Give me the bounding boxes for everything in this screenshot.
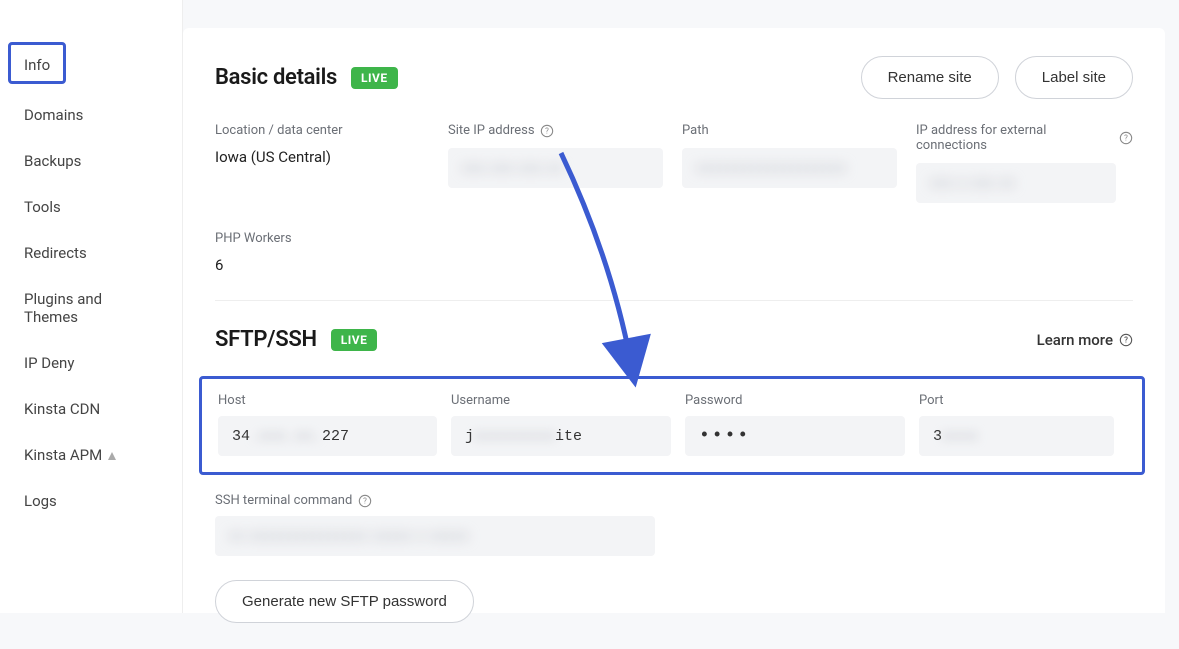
nav-label: Domains	[24, 106, 83, 124]
nav-label: Logs	[24, 492, 57, 510]
password-block: Password ••••	[685, 393, 919, 456]
sidebar-item-apm[interactable]: Kinsta APM	[0, 432, 182, 478]
svg-text:?: ?	[1124, 335, 1128, 344]
location-label: Location / data center	[215, 123, 448, 138]
nav-label: Tools	[24, 198, 61, 216]
host-value[interactable]: 34.xxx.xx.227	[218, 416, 437, 456]
sidebar-item-plugins[interactable]: Plugins and Themes	[0, 276, 182, 340]
sftp-credentials-box: Host 34.xxx.xx.227 Username jxxxxxxxxxit…	[199, 376, 1145, 475]
ext-ip-block: IP address for external connections ? xx…	[916, 123, 1133, 203]
php-label: PHP Workers	[215, 231, 1133, 246]
sidebar-item-backups[interactable]: Backups	[0, 138, 182, 184]
nav-label: Kinsta APM	[24, 446, 102, 464]
username-value[interactable]: jxxxxxxxxxite	[451, 416, 671, 456]
username-label: Username	[451, 393, 685, 408]
password-label: Password	[685, 393, 919, 408]
main-content: Basic details LIVE Rename site Label sit…	[183, 28, 1165, 613]
label-site-button[interactable]: Label site	[1015, 56, 1133, 99]
path-label: Path	[682, 123, 916, 138]
apm-badge-icon	[106, 449, 118, 461]
ext-ip-label: IP address for external connections ?	[916, 123, 1133, 153]
nav-label: Redirects	[24, 244, 87, 262]
path-block: Path xxxxxxxxxxxxxxxxxxx	[682, 123, 916, 203]
sftp-title: SFTP/SSH	[215, 327, 317, 352]
help-icon[interactable]: ?	[358, 494, 372, 508]
sidebar: Info Domains Backups Tools Redirects Plu…	[0, 0, 183, 613]
ssh-cmd-label: SSH terminal command	[215, 493, 352, 508]
host-block: Host 34.xxx.xx.227	[218, 393, 451, 456]
ext-ip-value[interactable]: xxx.x.xxx.xx	[916, 163, 1116, 203]
live-badge: LIVE	[331, 329, 378, 351]
sidebar-item-redirects[interactable]: Redirects	[0, 230, 182, 276]
sidebar-item-cdn[interactable]: Kinsta CDN	[0, 386, 182, 432]
ssh-cmd-value[interactable]: xx xxxxxxxxxxxxxxx xxxxx x xxxxx	[215, 516, 655, 556]
sftp-section: SFTP/SSH LIVE Learn more ? Host 34.xxx.x…	[215, 327, 1133, 649]
location-block: Location / data center Iowa (US Central)	[215, 123, 448, 203]
basic-title: Basic details	[215, 65, 337, 90]
php-workers-block: PHP Workers 6	[215, 231, 1133, 274]
port-value[interactable]: 3xxxx	[919, 416, 1114, 456]
site-ip-label: Site IP address ?	[448, 123, 682, 138]
sidebar-item-info[interactable]: Info	[0, 44, 182, 86]
nav-label: Kinsta CDN	[24, 400, 100, 418]
help-icon[interactable]: ?	[1119, 131, 1133, 145]
port-label: Port	[919, 393, 1126, 408]
nav-label: Info	[24, 56, 50, 74]
help-icon[interactable]: ?	[540, 124, 554, 138]
php-value: 6	[215, 256, 1133, 274]
nav-label: IP Deny	[24, 354, 74, 372]
rename-site-button[interactable]: Rename site	[861, 56, 999, 99]
basic-details-section: Basic details LIVE Rename site Label sit…	[215, 56, 1133, 301]
svg-text:?: ?	[363, 496, 367, 505]
password-value[interactable]: ••••	[685, 416, 905, 456]
site-ip-block: Site IP address ? xxx.xxx.xxx.xx	[448, 123, 682, 203]
learn-more-link[interactable]: Learn more ?	[1037, 331, 1133, 349]
nav-label: Backups	[24, 152, 81, 170]
sidebar-item-ipdeny[interactable]: IP Deny	[0, 340, 182, 386]
site-ip-value[interactable]: xxx.xxx.xxx.xx	[448, 148, 663, 188]
help-icon: ?	[1119, 333, 1133, 347]
host-label: Host	[218, 393, 451, 408]
path-value[interactable]: xxxxxxxxxxxxxxxxxxx	[682, 148, 897, 188]
sidebar-item-domains[interactable]: Domains	[0, 92, 182, 138]
nav-label: Plugins and Themes	[24, 290, 158, 326]
svg-text:?: ?	[1124, 134, 1128, 143]
sidebar-item-logs[interactable]: Logs	[0, 478, 182, 524]
location-value: Iowa (US Central)	[215, 148, 448, 166]
sidebar-item-tools[interactable]: Tools	[0, 184, 182, 230]
live-badge: LIVE	[351, 67, 398, 89]
svg-text:?: ?	[545, 126, 549, 135]
username-block: Username jxxxxxxxxxite	[451, 393, 685, 456]
port-block: Port 3xxxx	[919, 393, 1126, 456]
generate-sftp-password-button[interactable]: Generate new SFTP password	[215, 580, 474, 623]
